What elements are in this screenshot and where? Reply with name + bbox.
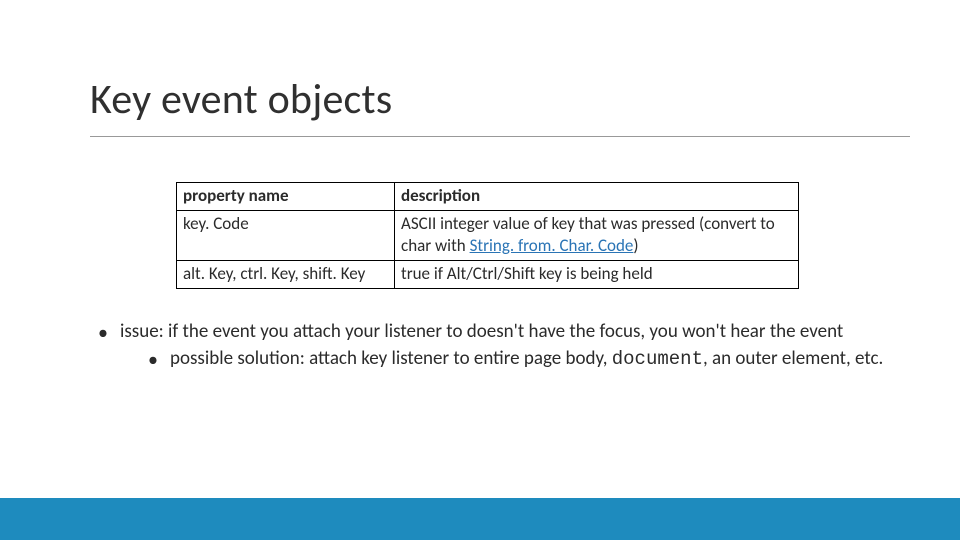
cell-property-name: key. Code <box>177 211 395 261</box>
page-title: Key event objects <box>90 74 392 125</box>
title-divider <box>90 136 910 137</box>
table-header-row: property name description <box>177 183 799 211</box>
table-row: key. Code ASCII integer value of key tha… <box>177 211 799 261</box>
cell-description: ASCII integer value of key that was pres… <box>395 211 799 261</box>
bullet-list: issue: if the event you attach your list… <box>92 320 900 371</box>
footer-bar <box>0 498 960 540</box>
header-description: description <box>395 183 799 211</box>
bullet-lvl1-text: issue: if the event you attach your list… <box>120 320 843 343</box>
desc-text-pre: true if Alt/Ctrl/Shift key is being held <box>401 263 653 284</box>
bullet-lvl2-pre: possible solution: attach key listener t… <box>170 347 612 370</box>
bullet-lvl1: issue: if the event you attach your list… <box>92 320 900 371</box>
code-document: document <box>612 348 703 370</box>
bullet-lvl2-post: , an outer element, etc. <box>703 347 883 370</box>
slide: Key event objects property name descript… <box>0 0 960 540</box>
table-row: alt. Key, ctrl. Key, shift. Key true if … <box>177 260 799 288</box>
properties-table: property name description key. Code ASCI… <box>176 182 799 289</box>
header-property-name: property name <box>177 183 395 211</box>
bullet-lvl2: possible solution: attach key listener t… <box>142 347 900 372</box>
link-string-fromcharcode[interactable]: String. from. Char. Code <box>470 235 634 256</box>
cell-property-name: alt. Key, ctrl. Key, shift. Key <box>177 260 395 288</box>
cell-description: true if Alt/Ctrl/Shift key is being held <box>395 260 799 288</box>
desc-text-post: ) <box>633 235 638 256</box>
